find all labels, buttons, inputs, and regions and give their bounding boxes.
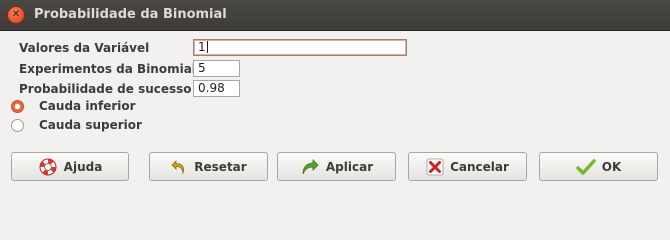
undo-arrow-icon bbox=[171, 159, 185, 175]
close-window-button[interactable]: ✕ bbox=[8, 7, 24, 23]
experimentos-label: Experimentos da Binomial bbox=[19, 62, 196, 76]
cauda-inferior-label[interactable]: Cauda inferior bbox=[39, 99, 136, 113]
red-x-icon bbox=[426, 158, 444, 175]
cauda-superior-radio[interactable] bbox=[11, 119, 24, 132]
ajuda-label: Ajuda bbox=[63, 159, 103, 174]
aplicar-button[interactable]: Aplicar bbox=[277, 152, 396, 181]
valores-label: Valores da Variável bbox=[19, 41, 150, 55]
title-bar: ✕ Probabilidade da Binomial bbox=[0, 0, 670, 31]
redo-arrow-icon bbox=[302, 158, 319, 174]
resetar-button[interactable]: Resetar bbox=[149, 152, 268, 181]
cauda-superior-label[interactable]: Cauda superior bbox=[39, 118, 142, 132]
ok-label: OK bbox=[601, 159, 622, 174]
window-title: Probabilidade da Binomial bbox=[34, 7, 227, 22]
cauda-inferior-radio[interactable] bbox=[11, 100, 24, 113]
probabilidade-label: Probabilidade de sucesso bbox=[19, 82, 192, 96]
valores-input[interactable]: 1 bbox=[193, 39, 407, 56]
ok-button[interactable]: OK bbox=[539, 152, 658, 181]
experimentos-input[interactable]: 5 bbox=[193, 60, 240, 77]
cancelar-label: Cancelar bbox=[450, 159, 509, 174]
cancelar-button[interactable]: Cancelar bbox=[408, 152, 527, 181]
resetar-label: Resetar bbox=[194, 159, 247, 174]
checkmark-icon bbox=[576, 158, 596, 175]
aplicar-label: Aplicar bbox=[325, 159, 374, 174]
probabilidade-input[interactable]: 0.98 bbox=[193, 80, 240, 97]
ajuda-button[interactable]: Ajuda bbox=[11, 152, 129, 181]
lifebuoy-icon bbox=[39, 158, 57, 175]
close-icon: ✕ bbox=[11, 8, 21, 20]
